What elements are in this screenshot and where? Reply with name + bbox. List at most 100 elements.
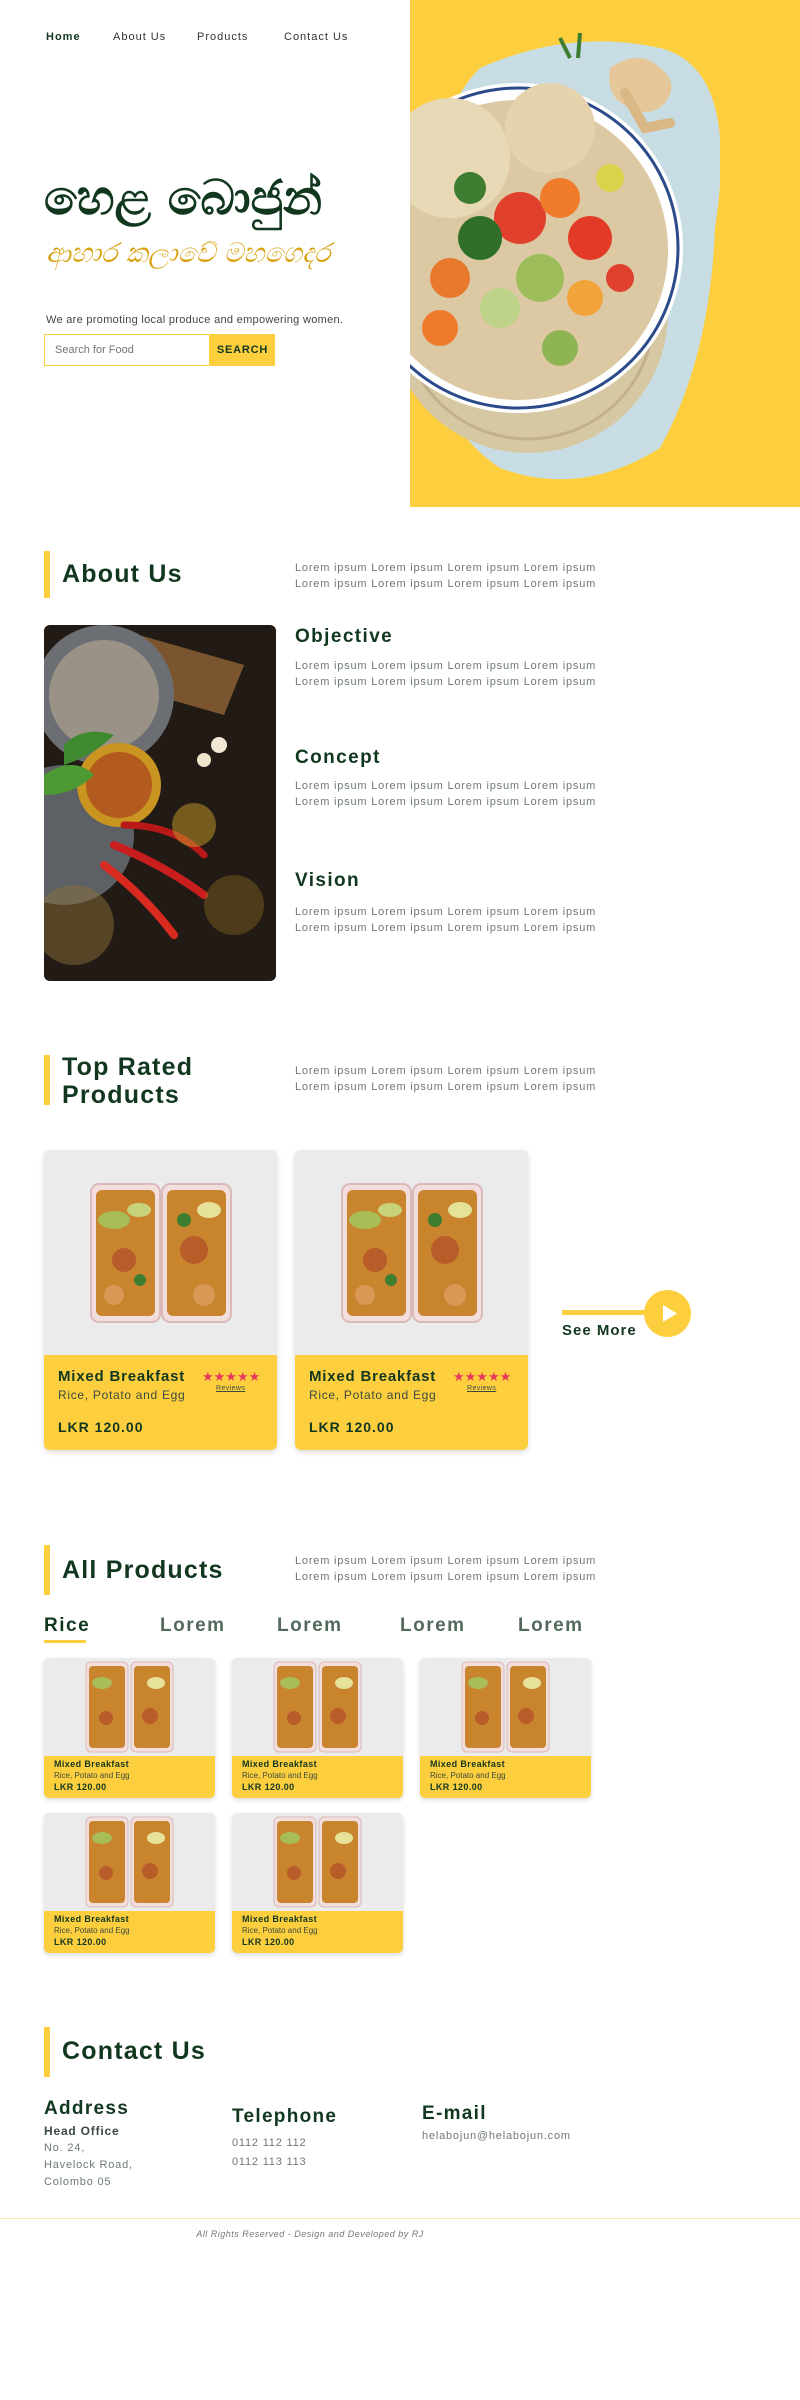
footer-text: All Rights Reserved - Design and Develop…: [196, 2229, 424, 2239]
product-image: [420, 1658, 591, 1756]
tab-rice[interactable]: Rice: [44, 1615, 90, 1637]
hero-tagline: We are promoting local produce and empow…: [46, 314, 344, 326]
hero-food-bowl-image: [410, 32, 720, 480]
rating-stars-icon: ★★★★★: [453, 1369, 512, 1384]
telephone-title: Telephone: [232, 2106, 338, 2127]
nav-products[interactable]: Products: [197, 31, 248, 43]
concept-title: Concept: [295, 747, 381, 768]
address-line: Havelock Road,: [44, 2159, 133, 2171]
reviews-link[interactable]: Reviews: [216, 1385, 245, 1392]
nav-about-us[interactable]: About Us: [113, 31, 166, 43]
concept-text: Lorem ipsum Lorem ipsum Lorem ipsum Lore…: [295, 780, 597, 808]
product-name: Mixed Breakfast: [242, 1914, 318, 1924]
top-rated-heading-bar: [44, 1055, 50, 1105]
product-description: Rice, Potato and Egg: [58, 1388, 186, 1402]
contact-heading-bar: [44, 2027, 50, 2077]
objective-title: Objective: [295, 626, 394, 647]
product-description: Rice, Potato and Egg: [54, 1926, 130, 1935]
product-image: [44, 1150, 277, 1355]
spices-image: [44, 625, 276, 981]
email-link[interactable]: helabojun@helabojun.com: [422, 2128, 571, 2145]
see-more-link[interactable]: See More: [562, 1322, 637, 1339]
product-info: Mixed Breakfast Rice, Potato and Egg LKR…: [44, 1756, 215, 1798]
product-price: LKR 120.00: [54, 1937, 107, 1947]
product-name: Mixed Breakfast: [58, 1368, 186, 1385]
search-input[interactable]: [45, 335, 209, 365]
product-image: [44, 1658, 215, 1756]
vision-text: Lorem ipsum Lorem ipsum Lorem ipsum Lore…: [295, 906, 597, 934]
play-arrow-icon: [663, 1305, 677, 1322]
nav-home[interactable]: Home: [46, 31, 81, 43]
about-heading: About Us: [62, 560, 183, 588]
hero-subtitle: ආහාර කලාවේ මහගෙදර: [46, 238, 331, 269]
tab-active-underline: [44, 1640, 86, 1643]
footer-divider: [0, 2218, 800, 2219]
product-name: Mixed Breakfast: [54, 1914, 130, 1924]
product-card[interactable]: Mixed Breakfast Rice, Potato and Egg LKR…: [420, 1658, 591, 1798]
top-rated-heading-line2: Products: [62, 1081, 180, 1109]
product-card[interactable]: Mixed Breakfast Rice, Potato and Egg LKR…: [232, 1813, 403, 1953]
nav-contact-us[interactable]: Contact Us: [284, 31, 348, 43]
product-price: LKR 120.00: [242, 1782, 295, 1792]
product-image: [232, 1658, 403, 1756]
product-price: LKR 120.00: [54, 1782, 107, 1792]
objective-text: Lorem ipsum Lorem ipsum Lorem ipsum Lore…: [295, 660, 597, 688]
all-products-intro: Lorem ipsum Lorem ipsum Lorem ipsum Lore…: [295, 1555, 597, 1583]
tab-lorem-3[interactable]: Lorem: [400, 1615, 466, 1637]
product-info: Mixed Breakfast Rice, Potato and Egg LKR…: [420, 1756, 591, 1798]
contact-heading: Contact Us: [62, 2037, 206, 2065]
search-button[interactable]: SEARCH: [210, 334, 275, 366]
address-title: Address: [44, 2098, 130, 2119]
reviews-link[interactable]: Reviews: [467, 1385, 496, 1392]
product-image: [44, 1813, 215, 1911]
product-price: LKR 120.00: [242, 1937, 295, 1947]
tab-lorem-2[interactable]: Lorem: [277, 1615, 343, 1637]
product-description: Rice, Potato and Egg: [242, 1926, 318, 1935]
product-info: Mixed Breakfast Rice, Potato and Egg ★★★…: [295, 1355, 528, 1450]
product-info: Mixed Breakfast Rice, Potato and Egg LKR…: [232, 1911, 403, 1953]
all-products-heading-bar: [44, 1545, 50, 1595]
product-name: Mixed Breakfast: [54, 1759, 130, 1769]
product-info: Mixed Breakfast Rice, Potato and Egg LKR…: [44, 1911, 215, 1953]
product-card[interactable]: Mixed Breakfast Rice, Potato and Egg LKR…: [232, 1658, 403, 1798]
product-price: LKR 120.00: [58, 1419, 144, 1435]
product-price: LKR 120.00: [430, 1782, 483, 1792]
top-product-card[interactable]: Mixed Breakfast Rice, Potato and Egg ★★★…: [44, 1150, 277, 1450]
top-rated-heading: Top Rated Products: [62, 1053, 193, 1109]
product-name: Mixed Breakfast: [242, 1759, 318, 1769]
hero-title: හෙළ බොජුන්: [44, 170, 323, 226]
all-products-heading: All Products: [62, 1556, 224, 1584]
search-box: [44, 334, 210, 366]
email-title: E-mail: [422, 2103, 487, 2124]
tab-lorem-1[interactable]: Lorem: [160, 1615, 226, 1637]
about-heading-bar: [44, 551, 50, 598]
see-more-line: [562, 1310, 650, 1315]
top-rated-intro: Lorem ipsum Lorem ipsum Lorem ipsum Lore…: [295, 1065, 597, 1093]
product-description: Rice, Potato and Egg: [54, 1771, 130, 1780]
product-image: [232, 1813, 403, 1911]
vision-title: Vision: [295, 870, 361, 891]
phone-number[interactable]: 0112 113 113: [232, 2153, 306, 2172]
address-line: No. 24,: [44, 2142, 86, 2154]
phone-number[interactable]: 0112 112 112: [232, 2134, 306, 2153]
product-info: Mixed Breakfast Rice, Potato and Egg LKR…: [232, 1756, 403, 1798]
product-card[interactable]: Mixed Breakfast Rice, Potato and Egg LKR…: [44, 1658, 215, 1798]
phone-list: 0112 112 112 0112 113 113: [232, 2134, 306, 2172]
product-card[interactable]: Mixed Breakfast Rice, Potato and Egg LKR…: [44, 1813, 215, 1953]
address-office: Head Office: [44, 2124, 120, 2138]
address-line: Colombo 05: [44, 2176, 112, 2188]
top-product-card[interactable]: Mixed Breakfast Rice, Potato and Egg ★★★…: [295, 1150, 528, 1450]
product-name: Mixed Breakfast: [309, 1368, 437, 1385]
about-intro: Lorem ipsum Lorem ipsum Lorem ipsum Lore…: [295, 562, 597, 590]
top-rated-heading-line1: Top Rated: [62, 1053, 194, 1081]
tab-lorem-4[interactable]: Lorem: [518, 1615, 584, 1637]
product-description: Rice, Potato and Egg: [242, 1771, 318, 1780]
product-description: Rice, Potato and Egg: [309, 1388, 437, 1402]
product-image: [295, 1150, 528, 1355]
address-lines: No. 24, Havelock Road, Colombo 05: [44, 2140, 133, 2191]
product-price: LKR 120.00: [309, 1419, 395, 1435]
rating-stars-icon: ★★★★★: [202, 1369, 261, 1384]
product-info: Mixed Breakfast Rice, Potato and Egg ★★★…: [44, 1355, 277, 1450]
product-name: Mixed Breakfast: [430, 1759, 506, 1769]
see-more-play-icon[interactable]: [644, 1290, 691, 1337]
